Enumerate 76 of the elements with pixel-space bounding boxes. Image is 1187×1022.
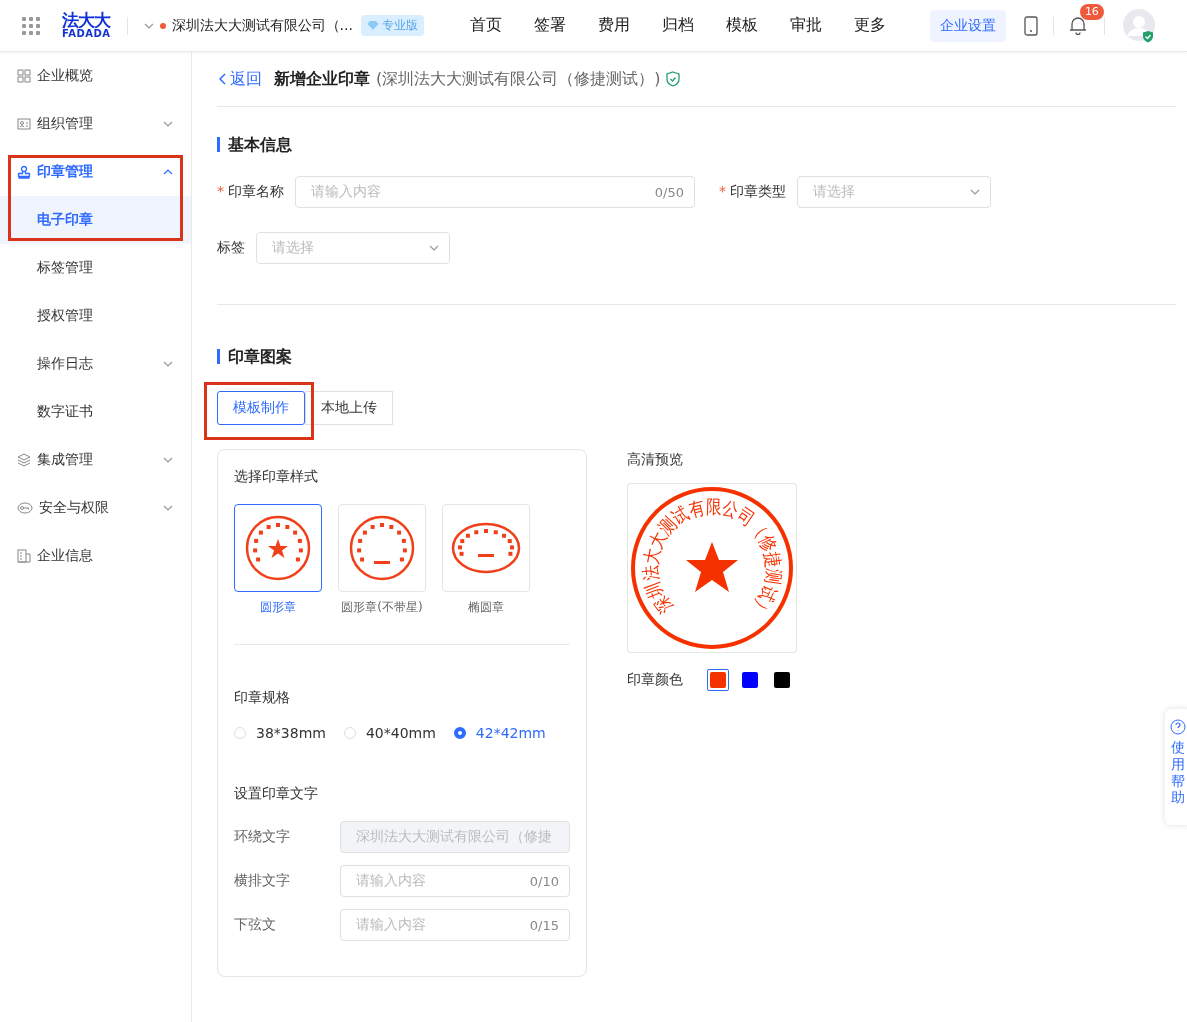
- char-counter: 0/50: [654, 184, 684, 200]
- sidebar-item[interactable]: 安全与权限: [0, 484, 191, 532]
- settings-button[interactable]: 企业设置: [929, 9, 1006, 42]
- bell-icon[interactable]: [1068, 16, 1087, 35]
- field-label: 环绕文字: [234, 828, 290, 846]
- sidebar-item[interactable]: 操作日志: [0, 340, 191, 388]
- edition-badge: 专业版: [360, 15, 424, 36]
- nav-link[interactable]: 更多: [853, 15, 918, 36]
- chevron-down-icon: [143, 22, 154, 29]
- app-grid-icon[interactable]: [22, 16, 40, 35]
- sidebar-item[interactable]: 授权管理: [0, 292, 191, 340]
- section-title: 印章图案: [217, 349, 1176, 364]
- panel-title: 设置印章文字: [234, 785, 319, 803]
- mobile-phone-icon[interactable]: [1023, 15, 1038, 36]
- radio-option[interactable]: 40*40mm: [343, 725, 436, 741]
- chevron-down-icon: [970, 189, 980, 195]
- nav-link[interactable]: 归档: [661, 15, 726, 36]
- input-field[interactable]: 请输入内容 0/15: [340, 909, 570, 941]
- required-mark: *: [217, 183, 224, 199]
- building-icon: [17, 549, 31, 563]
- nav-link[interactable]: 签署: [533, 15, 598, 36]
- field-label: 下弦文: [234, 916, 276, 934]
- input-field[interactable]: 请输入内容 0/50: [295, 176, 695, 208]
- field-label: 印章颜色: [627, 671, 683, 689]
- stamp-icon: [17, 165, 31, 179]
- chevron-down-icon: [163, 505, 173, 511]
- radio-option[interactable]: 42*42mm: [453, 725, 546, 741]
- sidebar-item[interactable]: 企业概览: [0, 52, 191, 100]
- back-link[interactable]: 返回: [219, 68, 262, 90]
- field-label: 印章名称: [228, 183, 284, 199]
- char-counter: 0/15: [529, 917, 559, 933]
- company-name[interactable]: 深圳法大大测试有限公司（...: [171, 16, 353, 35]
- sidebar-item[interactable]: 标签管理: [0, 244, 191, 292]
- shield-check-icon: [666, 71, 681, 87]
- required-mark: *: [719, 183, 726, 199]
- tab[interactable]: 模板制作: [217, 391, 305, 425]
- field-label: 印章类型: [730, 183, 786, 199]
- notification-badge: 16: [1079, 4, 1104, 20]
- chevron-down-icon: [163, 457, 173, 463]
- logo[interactable]: 法大大 FADADA: [62, 12, 111, 39]
- panel-title: 印章规格: [234, 689, 291, 707]
- nav-link[interactable]: 模板: [725, 15, 790, 36]
- page-title: 新增企业印章: [274, 68, 370, 90]
- radio-option[interactable]: 38*38mm: [234, 725, 326, 741]
- nav-link[interactable]: 首页: [469, 15, 534, 36]
- key-icon: [17, 501, 33, 515]
- sidebar-item[interactable]: 印章管理: [0, 148, 191, 196]
- nav-link[interactable]: 审批: [789, 15, 854, 36]
- sidebar-item[interactable]: 数字证书: [0, 388, 191, 436]
- panel-title: 高清预览: [627, 451, 684, 469]
- chevron-left-icon: [219, 73, 226, 85]
- nav-link[interactable]: 费用: [597, 15, 662, 36]
- section-title: 基本信息: [217, 137, 1176, 152]
- panel-title: 选择印章样式: [234, 468, 319, 486]
- sidebar-item[interactable]: 组织管理: [0, 100, 191, 148]
- question-icon: [1170, 719, 1186, 735]
- chevron-up-icon: [163, 169, 173, 175]
- field-label: 标签: [217, 239, 245, 255]
- sidebar-item[interactable]: 集成管理: [0, 436, 191, 484]
- tab[interactable]: 本地上传: [305, 391, 393, 425]
- chevron-down-icon: [163, 121, 173, 127]
- grid-icon: [17, 69, 31, 83]
- layers-icon: [17, 453, 31, 467]
- input-field[interactable]: 请输入内容 0/10: [340, 865, 570, 897]
- diamond-icon: [366, 20, 379, 31]
- char-counter: 0/10: [529, 873, 559, 889]
- avatar-icon[interactable]: [1122, 8, 1157, 43]
- id-card-icon: [17, 117, 31, 131]
- help-button[interactable]: 使用帮助: [1165, 709, 1187, 825]
- chevron-down-icon: [429, 245, 439, 251]
- chevron-down-icon: [163, 361, 173, 367]
- sidebar-item[interactable]: 企业信息: [0, 532, 191, 580]
- field-label: 横排文字: [234, 872, 290, 890]
- status-dot-icon: [159, 22, 166, 29]
- stamp-preview: 深圳法大大测试有限公司（修捷测试）: [630, 486, 794, 650]
- page-subtitle: (深圳法大大测试有限公司（修捷测试）): [376, 68, 661, 90]
